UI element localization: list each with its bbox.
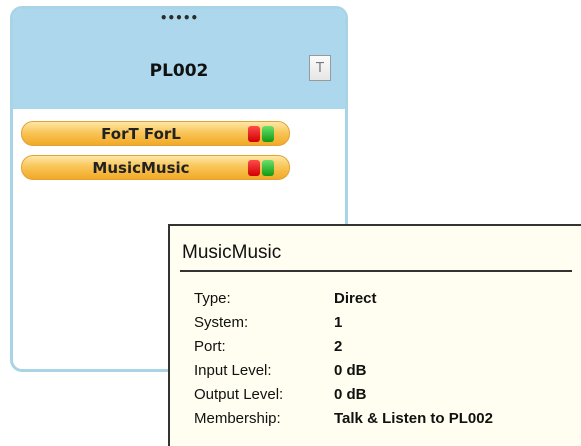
talk-indicator-icon (248, 160, 260, 176)
prop-key: System: (194, 314, 249, 331)
member-row-musicmusic[interactable]: MusicMusic (21, 155, 290, 180)
member-label: ForT ForL (101, 125, 181, 143)
prop-value: 0 dB (334, 362, 367, 379)
prop-value: 0 dB (334, 386, 367, 403)
prop-key: Port: (194, 338, 226, 355)
prop-value: Talk & Listen to PL002 (334, 410, 493, 427)
talk-indicator-icon (248, 126, 260, 142)
prop-value: 2 (334, 338, 343, 355)
panel-title: PL002 (149, 61, 209, 81)
prop-key: Type: (194, 290, 231, 307)
prop-key: Input Level: (194, 362, 272, 379)
talk-button[interactable]: T (309, 55, 331, 81)
tooltip-title: MusicMusic (182, 242, 282, 263)
panel-header: ••••• PL002 T (13, 9, 345, 109)
drag-handle-icon[interactable]: ••••• (160, 12, 198, 24)
prop-key: Output Level: (194, 386, 284, 403)
listen-indicator-icon (262, 126, 274, 142)
prop-key: Membership: (194, 410, 281, 427)
prop-value: 1 (334, 314, 343, 331)
member-tooltip: MusicMusic Type: Direct System: 1 Port: … (168, 224, 581, 446)
member-row-fort-forl[interactable]: ForT ForL (21, 121, 290, 146)
stage: ••••• PL002 T ForT ForL MusicMusic Music… (0, 0, 581, 446)
listen-indicator-icon (262, 160, 274, 176)
prop-value: Direct (334, 290, 377, 307)
tooltip-divider (180, 270, 572, 272)
member-label: MusicMusic (92, 159, 190, 177)
